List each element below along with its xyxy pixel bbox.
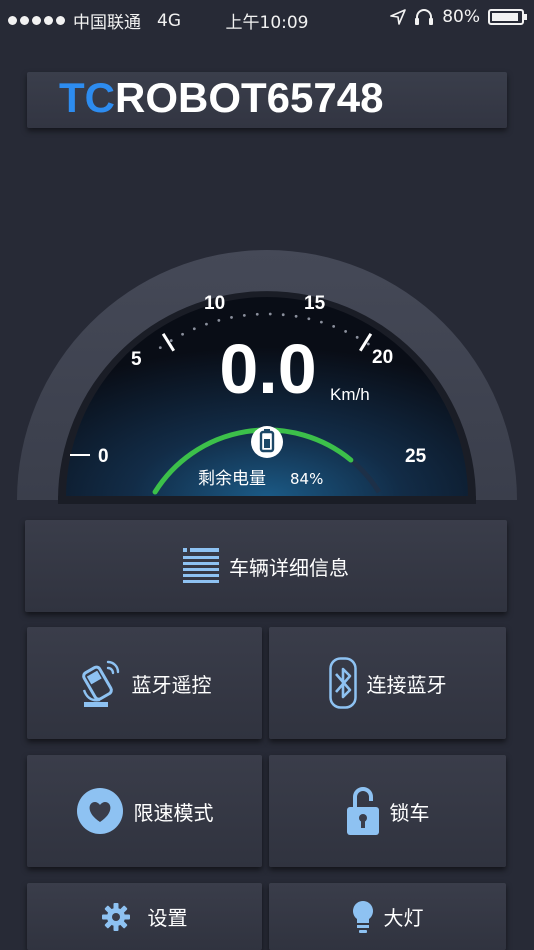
- tick-label-5: 5: [131, 349, 142, 370]
- gauge-base: [58, 496, 476, 504]
- headphones-icon: [415, 9, 434, 25]
- device-name-prefix: TC: [59, 74, 115, 121]
- settings-label: 设置: [147, 906, 188, 930]
- vehicle-details-label: 车辆详细信息: [229, 555, 349, 580]
- connect-bluetooth-button[interactable]: 连接蓝牙: [269, 627, 506, 739]
- device-name-rest: ROBOT65748: [115, 74, 384, 121]
- light-bulb-icon: [352, 900, 373, 933]
- battery-icon: [488, 9, 527, 25]
- minor-tick: [268, 312, 272, 316]
- minor-tick: [355, 335, 359, 339]
- headlight-label: 大灯: [383, 906, 424, 930]
- tick-label-10: 10: [204, 293, 225, 314]
- vehicle-details-button[interactable]: 车辆详细信息: [25, 520, 507, 612]
- lock-car-label: 锁车: [389, 800, 430, 825]
- tick-label-20: 20: [372, 347, 393, 368]
- speed-value: 0.0: [219, 330, 316, 408]
- minor-tick: [181, 332, 184, 336]
- headlight-button[interactable]: 大灯: [269, 883, 506, 950]
- connect-bluetooth-label: 连接蓝牙: [366, 672, 447, 697]
- tick-label-25: 25: [405, 446, 427, 467]
- minor-tick: [281, 313, 285, 317]
- unlock-icon: [346, 787, 379, 835]
- gear-icon: [101, 902, 130, 931]
- speed-limit-mode-button[interactable]: 限速模式: [27, 755, 262, 867]
- location-arrow-icon: [390, 9, 407, 25]
- minor-tick: [307, 317, 311, 321]
- device-name: TCROBOT65748: [59, 74, 383, 122]
- heart-icon: [76, 788, 123, 834]
- device-name-box: TCROBOT65748: [27, 72, 507, 128]
- lock-car-button[interactable]: 锁车: [269, 755, 506, 867]
- minor-tick: [192, 327, 196, 331]
- tick-label-0: 0: [98, 446, 109, 467]
- speed-unit: Km/h: [330, 385, 370, 404]
- minor-tick: [366, 342, 370, 346]
- minor-tick: [158, 346, 162, 350]
- minor-tick: [242, 313, 246, 317]
- battery-circle-icon: [251, 426, 283, 458]
- minor-tick: [294, 314, 298, 318]
- minor-tick: [230, 316, 233, 319]
- status-bar: 中国联通 4G 上午10:09 80%: [0, 0, 534, 38]
- minor-tick: [319, 320, 323, 324]
- remote-control-icon: [81, 660, 119, 707]
- minor-tick: [205, 322, 208, 326]
- speedometer-gauge: 0 5 10 15 20 25 0.0 Km/h 剩余电量 84%: [17, 250, 517, 504]
- minor-tick: [169, 339, 173, 342]
- bluetooth-icon: [328, 657, 357, 709]
- minor-tick: [255, 312, 259, 316]
- battery-value: 84%: [290, 470, 323, 488]
- bluetooth-remote-button[interactable]: 蓝牙遥控: [27, 627, 262, 739]
- minor-tick: [344, 330, 348, 333]
- minor-tick: [217, 318, 221, 322]
- bluetooth-remote-label: 蓝牙遥控: [131, 672, 212, 697]
- battery-label: 剩余电量: [198, 469, 266, 489]
- battery-percent: 80%: [442, 7, 480, 27]
- minor-tick: [332, 324, 336, 328]
- settings-button[interactable]: 设置: [27, 883, 262, 950]
- tick-label-15: 15: [304, 293, 326, 314]
- speed-limit-mode-label: 限速模式: [133, 800, 214, 825]
- list-icon: [183, 548, 219, 583]
- status-right: 80%: [390, 7, 527, 27]
